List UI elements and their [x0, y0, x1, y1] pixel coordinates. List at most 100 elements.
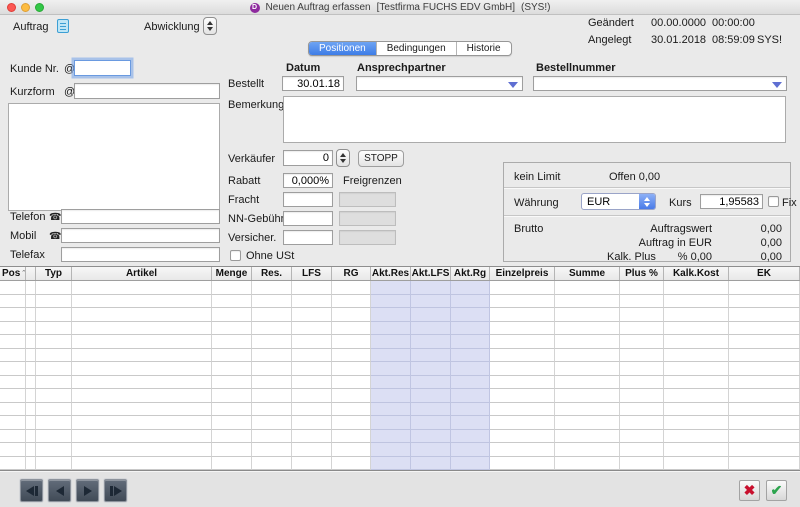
fracht-input[interactable] [283, 192, 333, 207]
modified-label: Geändert [588, 17, 634, 29]
previous-record-button[interactable] [48, 479, 71, 502]
table-cell [26, 403, 36, 417]
column-header-res-[interactable]: Res. [252, 267, 292, 280]
table-row[interactable] [0, 389, 800, 403]
table-row[interactable] [0, 322, 800, 336]
customer-address-box[interactable] [8, 103, 220, 211]
table-cell [212, 362, 252, 376]
kalk-plus-value: 0,00 [761, 251, 782, 263]
freigrenzen-label: Freigrenzen [343, 175, 402, 187]
table-cell [729, 281, 800, 295]
column-header-summe[interactable]: Summe [555, 267, 620, 280]
table-cell [451, 443, 490, 457]
table-row[interactable] [0, 281, 800, 295]
column-header-artikel[interactable]: Artikel [72, 267, 212, 280]
table-cell [490, 389, 555, 403]
column-header-pos[interactable]: Posˆ [0, 267, 26, 280]
table-cell [36, 389, 72, 403]
ansprechpartner-label: Ansprechpartner [357, 62, 446, 74]
table-cell [555, 376, 620, 390]
table-cell [411, 349, 451, 363]
table-row[interactable] [0, 443, 800, 457]
ansprechpartner-value [357, 81, 361, 93]
window-title-company: [Testfirma FUCHS EDV GmbH] [377, 2, 515, 13]
ansprechpartner-select[interactable] [356, 76, 523, 91]
column-header-menge[interactable]: Menge [212, 267, 252, 280]
versicher-input[interactable] [283, 230, 333, 245]
table-cell [555, 308, 620, 322]
telefax-input[interactable] [61, 247, 220, 262]
table-row[interactable] [0, 349, 800, 363]
verkaeufer-input[interactable] [283, 150, 333, 166]
column-header-akt-res[interactable]: Akt.Res [371, 267, 411, 280]
modified-time: 00:00:00 [712, 17, 755, 29]
workflow-stepper[interactable] [203, 17, 217, 35]
next-record-button[interactable] [76, 479, 99, 502]
table-cell [451, 430, 490, 444]
record-type-label: Auftrag [13, 21, 48, 33]
column-header-spacer[interactable] [26, 267, 36, 280]
table-row[interactable] [0, 362, 800, 376]
table-row[interactable] [0, 376, 800, 390]
document-list-icon[interactable] [57, 19, 69, 33]
table-row[interactable] [0, 308, 800, 322]
column-header-kalk-kost[interactable]: Kalk.Kost [664, 267, 729, 280]
modified-date: 00.00.0000 [651, 17, 706, 29]
table-cell [26, 362, 36, 376]
table-row[interactable] [0, 295, 800, 309]
mobil-input[interactable] [61, 228, 220, 243]
fracht-label: Fracht [228, 194, 259, 206]
bemerkung-textarea[interactable] [283, 96, 786, 143]
table-row[interactable] [0, 457, 800, 471]
table-cell [36, 349, 72, 363]
cancel-button[interactable]: ✖ [739, 480, 760, 501]
ohne-ust-checkbox[interactable] [230, 250, 241, 261]
column-header-einzelpreis[interactable]: Einzelpreis [490, 267, 555, 280]
table-cell [555, 457, 620, 471]
bestellnummer-select[interactable] [533, 76, 787, 91]
column-header-ek[interactable]: EK [729, 267, 800, 280]
column-header-plus-[interactable]: Plus % [620, 267, 664, 280]
table-row[interactable] [0, 403, 800, 417]
nn-gebuehr-input[interactable] [283, 211, 333, 226]
kurzform-input[interactable] [74, 83, 220, 99]
column-header-lfs[interactable]: LFS [292, 267, 332, 280]
telefon-input[interactable] [61, 209, 220, 224]
kurs-input[interactable] [700, 194, 763, 209]
tab-bedingungen[interactable]: Bedingungen [377, 42, 457, 55]
confirm-button[interactable]: ✔ [766, 480, 787, 501]
datum-input[interactable] [282, 76, 344, 91]
stopp-button[interactable]: STOPP [358, 150, 404, 167]
table-row[interactable] [0, 416, 800, 430]
kunde-nr-input[interactable] [74, 60, 131, 76]
first-record-button[interactable] [20, 479, 43, 502]
tab-historie[interactable]: Historie [457, 42, 511, 55]
table-cell [451, 403, 490, 417]
verkaeufer-stepper[interactable] [336, 149, 350, 167]
table-cell [620, 389, 664, 403]
last-record-button[interactable] [104, 479, 127, 502]
positions-table-body[interactable] [0, 281, 800, 470]
table-cell [620, 362, 664, 376]
mobil-phone-icon: ☎ [49, 231, 61, 242]
limit-panel: kein Limit Offen 0,00 Währung EUR Kurs F… [503, 162, 791, 262]
table-cell [490, 430, 555, 444]
table-cell [72, 322, 212, 336]
rabatt-input[interactable] [283, 173, 333, 188]
created-date: 30.01.2018 [651, 34, 706, 46]
column-header-typ[interactable]: Typ [36, 267, 72, 280]
tab-positionen[interactable]: Positionen [309, 42, 377, 55]
waehrung-select[interactable]: EUR [581, 193, 656, 210]
column-header-rg[interactable]: RG [332, 267, 371, 280]
table-cell [36, 443, 72, 457]
fix-checkbox[interactable] [768, 196, 779, 207]
table-cell [36, 362, 72, 376]
table-cell [0, 457, 26, 471]
table-row[interactable] [0, 430, 800, 444]
table-cell [620, 457, 664, 471]
column-header-akt-rg[interactable]: Akt.Rg [451, 267, 490, 280]
table-cell [555, 322, 620, 336]
column-header-akt-lfs[interactable]: Akt.LFS [411, 267, 451, 280]
panel-divider [504, 215, 790, 216]
table-row[interactable] [0, 335, 800, 349]
